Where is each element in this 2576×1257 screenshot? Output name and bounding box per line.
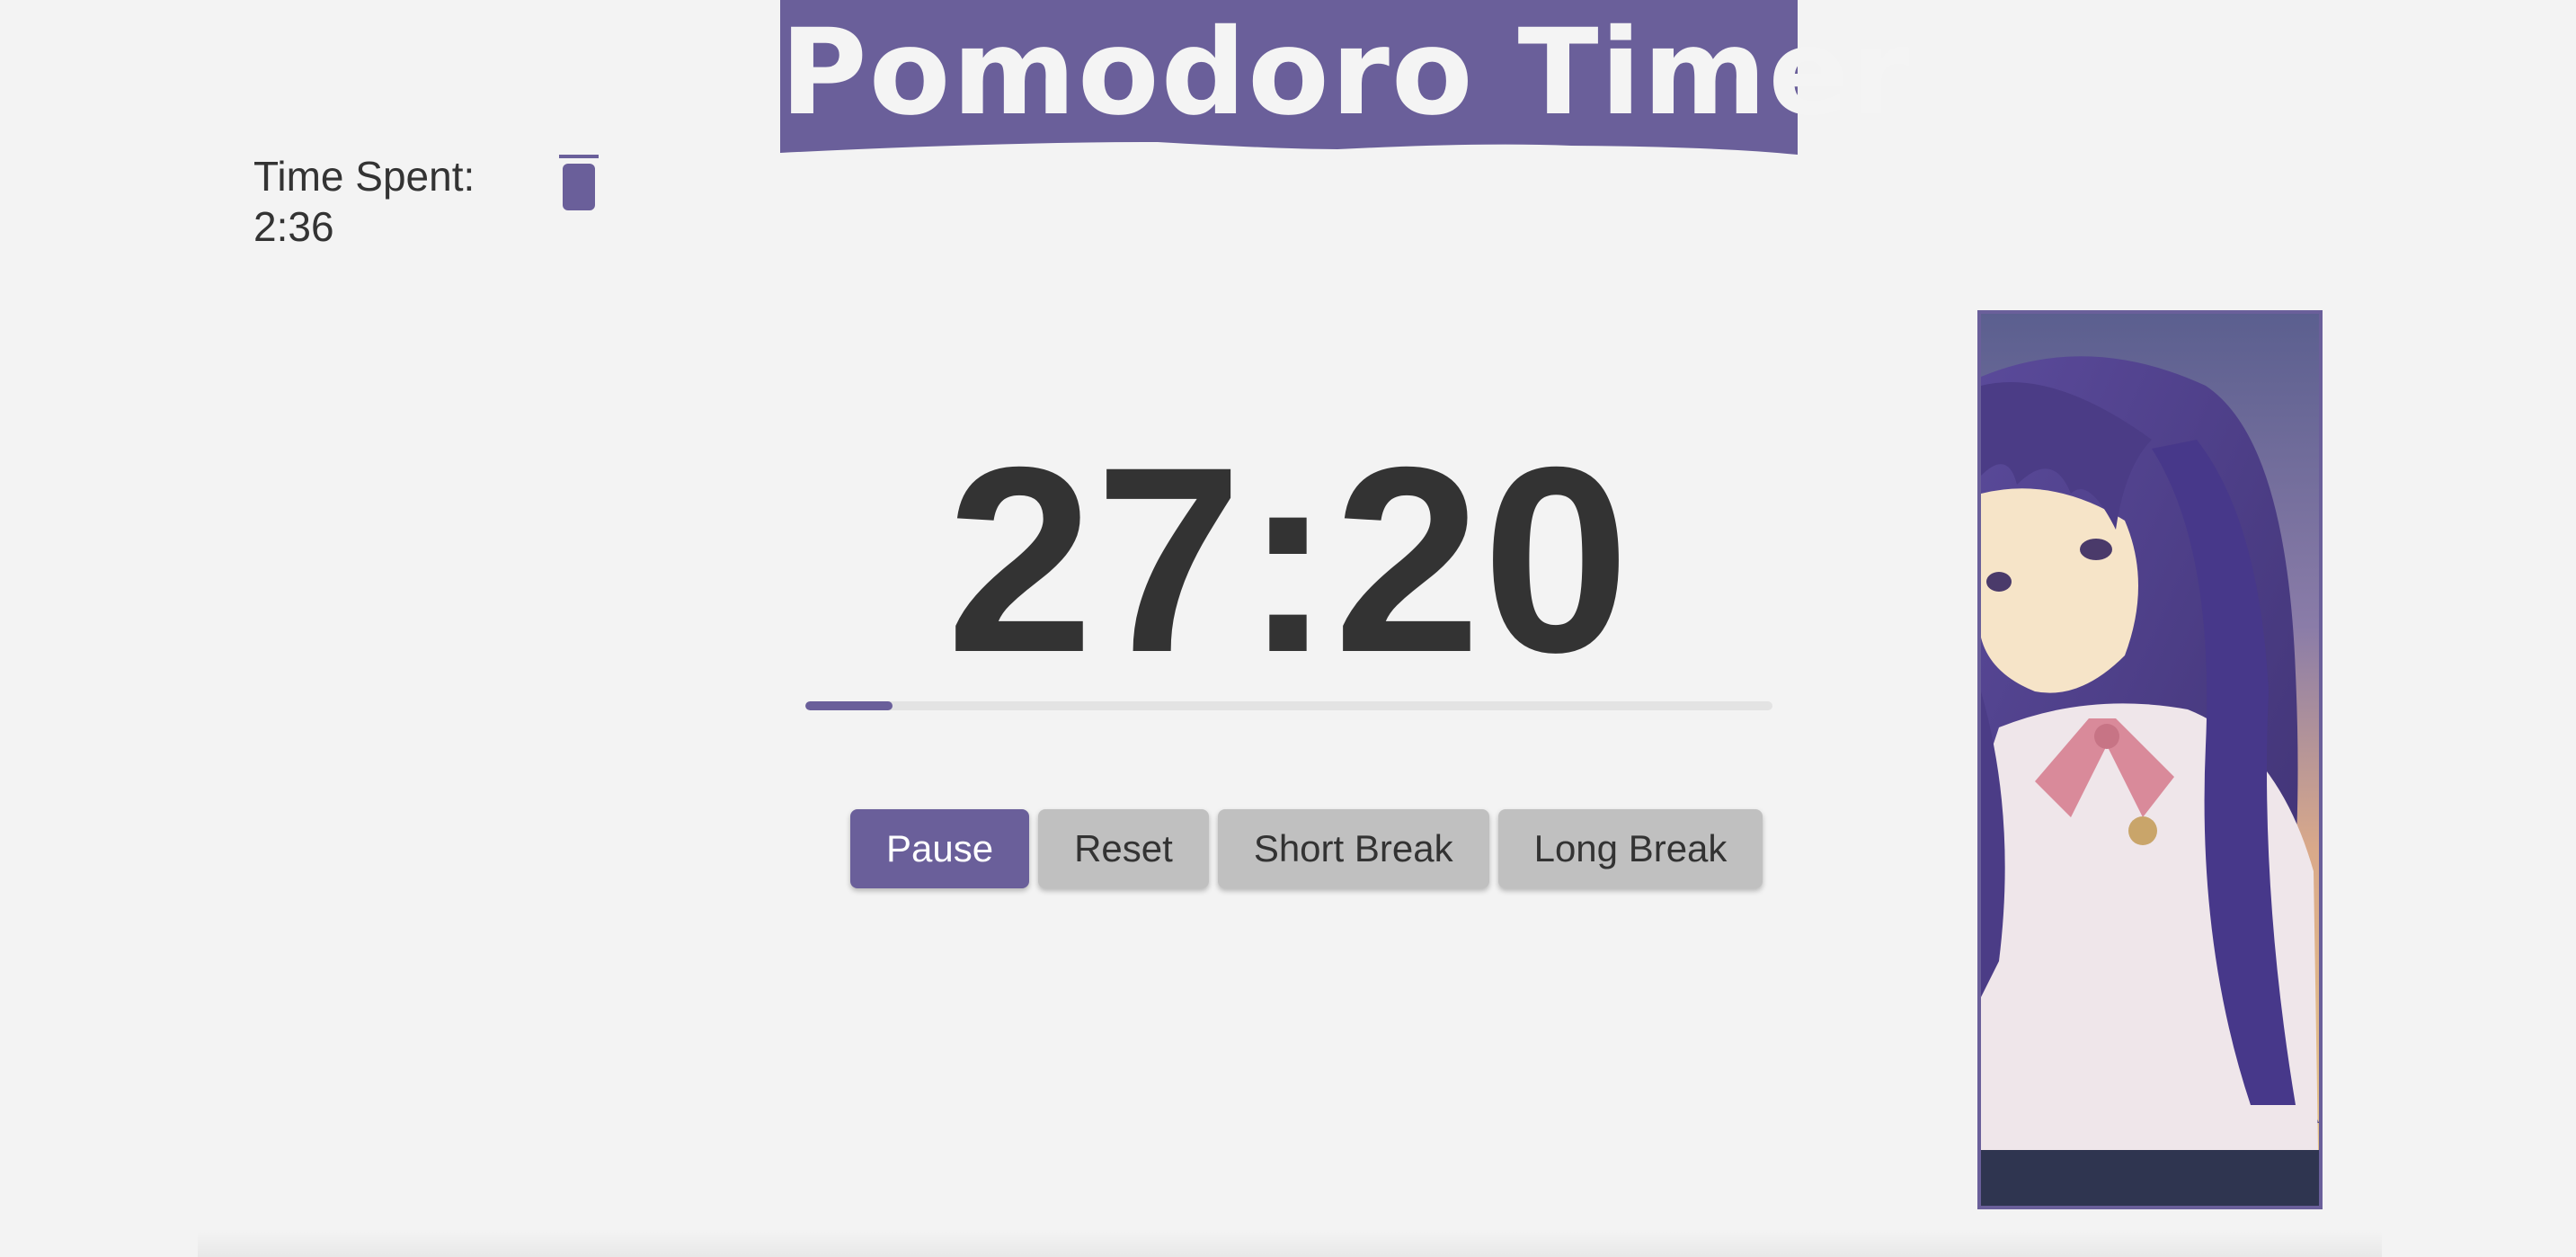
timer-controls: Pause Reset Short Break Long Break — [850, 809, 1763, 888]
anime-girl-illustration — [1981, 314, 2319, 1206]
reset-button[interactable]: Reset — [1038, 809, 1209, 888]
trash-icon[interactable] — [559, 155, 599, 210]
time-spent-label: Time Spent: — [253, 153, 475, 200]
progress-fill — [805, 701, 893, 710]
trash-lid — [559, 155, 599, 158]
title-banner: Pomodoro Timer — [780, 0, 1912, 155]
progress-bar — [805, 701, 1772, 710]
trash-can — [563, 164, 595, 210]
timer-display: 27:20 — [946, 413, 1631, 708]
footer-shadow — [198, 1232, 2382, 1257]
long-break-button[interactable]: Long Break — [1497, 809, 1763, 888]
character-illustration — [1977, 310, 2323, 1209]
page-title: Pomodoro Timer — [780, 4, 1912, 142]
short-break-button[interactable]: Short Break — [1217, 809, 1489, 888]
time-spent-value: 2:36 — [253, 203, 334, 250]
pause-button[interactable]: Pause — [850, 809, 1030, 888]
time-spent-panel: Time Spent: 2:36 — [253, 151, 475, 252]
